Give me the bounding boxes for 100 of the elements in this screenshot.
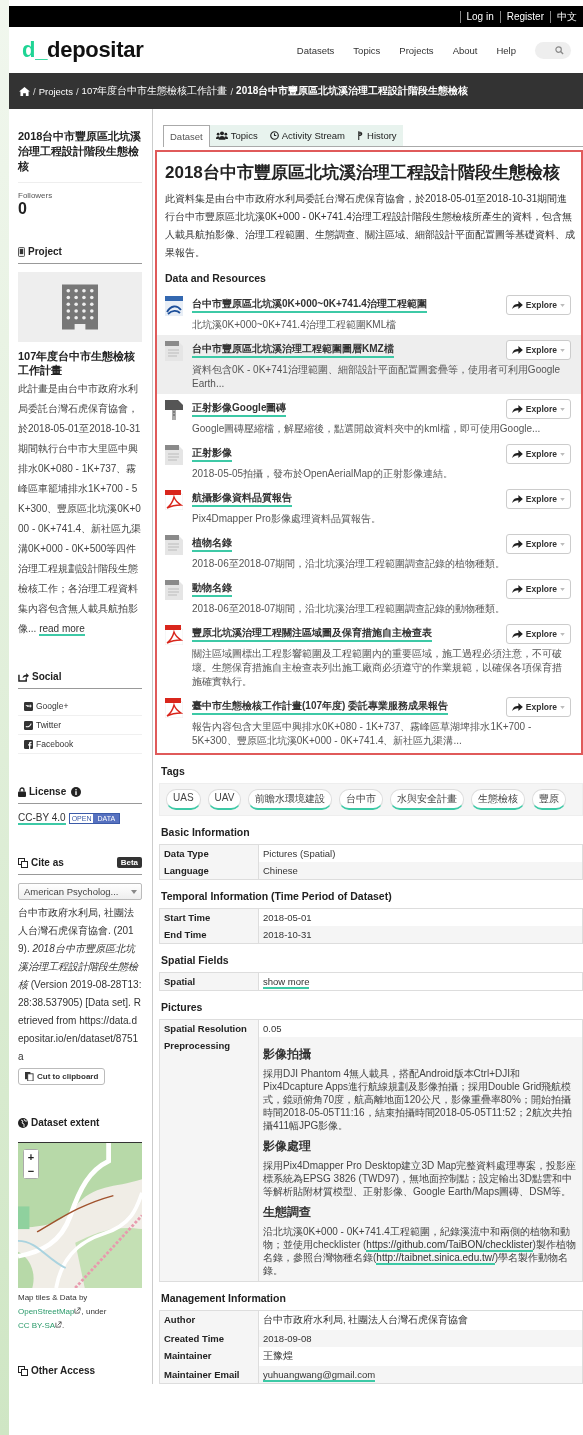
nav-link[interactable]: Datasets [296, 44, 335, 56]
resource-link[interactable]: 台中市豐原區北坑溪治理工程範圍圖層KMZ檔 [192, 342, 394, 358]
explore-button[interactable]: Explore [505, 579, 571, 599]
tab[interactable]: Activity Stream [263, 125, 352, 146]
url-link[interactable]: https://github.com/TaiBON/checklister [366, 1239, 533, 1252]
explore-button[interactable]: Explore [505, 399, 571, 419]
caret-icon [560, 303, 565, 307]
share-arrow-icon [511, 450, 523, 458]
breadcrumb-separator: / [230, 85, 234, 97]
section-heading: Dataset extent [31, 1117, 100, 1128]
globe-icon [18, 1117, 28, 1128]
tag[interactable]: UAS [166, 789, 201, 810]
resource-item[interactable]: 台中市豐原區北坑溪治理工程範圍圖層KMZ檔 Explore 資料包含0K - 0K+741治理範圍、細部設計平面配置圖套疊等，使用者可利用Google Earth... [157, 335, 581, 394]
resource-item[interactable]: 臺中市生態檢核工作計畫(107年度) 委託專業服務成果報告 Explore 報告內容包含大里區中興排水0K+080 - 1K+737、霧峰區草湖埤排水1K+700 - 5K+300、豐原區北坑溪0K+000 - 0K+741.4、新社區九渠溝... [165, 692, 575, 751]
top-link[interactable]: 中文 [550, 10, 583, 23]
resource-item[interactable]: 正射影像 Explore 2018-05-05拍攝，發布於OpenAerialMap的正射影像連結。 [165, 439, 575, 484]
table-link[interactable]: show more [263, 976, 310, 989]
tag[interactable]: 豐原 [532, 789, 567, 810]
resource-item[interactable]: 正射影像Google圖磚 Explore Google圖磚壓縮檔，解壓縮後，點選開啟資料夾中的kml檔，即可使用Google... [165, 394, 575, 439]
caret-icon [560, 452, 565, 456]
breadcrumb-link[interactable]: 107年度台中市生態檢核工作計畫 [81, 84, 228, 98]
share-arrow-icon [511, 585, 523, 593]
nav-link[interactable]: Projects [399, 44, 434, 56]
tag[interactable]: UAV [207, 789, 242, 810]
table-label: Preprocessing [159, 1037, 259, 1282]
explore-button[interactable]: Explore [505, 534, 571, 554]
project-description: 此計畫是由台中市政府水利局委託台灣石虎保育協會，於2018-05-01至2018-10-31期間執行台中市大里區中興排水0K+080 - 1K+737、霧峰區車籠埔排水1K+700 - 5K+300、豐原區北坑溪0K+000 - 0K+741.4、新社區九渠溝0K+000 - 0K+500等四件治理工程規劃設計階段生態檢核工作；各治理工程資料集內容包含無人載具航拍影像... read more [18, 382, 142, 638]
citation-style-select[interactable]: American Psycholog... [18, 883, 142, 900]
home-icon[interactable] [19, 86, 30, 96]
pdf-file-icon [165, 490, 183, 510]
resource-link[interactable]: 正射影像 [192, 446, 232, 462]
resource-item[interactable]: 植物名錄 Explore 2018-06至2018-07期間，沿北坑溪治理工程範圍調查記錄的植物種類。 [165, 529, 575, 574]
attribution-link[interactable]: OpenStreetMap [18, 1307, 82, 1316]
resource-link[interactable]: 動物名錄 [192, 581, 232, 597]
explore-button[interactable]: Explore [505, 697, 571, 717]
section-heading: License [29, 786, 67, 797]
resource-link[interactable]: 植物名錄 [192, 536, 232, 552]
tab[interactable]: Topics [209, 125, 264, 146]
table-cell: 2018-09-08 [258, 1330, 583, 1347]
resource-link[interactable]: 正射影像Google圖磚 [192, 401, 287, 417]
breadcrumb-link[interactable]: 2018台中市豐原區北坑溪治理工程設計階段生態檢核 [236, 84, 469, 98]
project-image[interactable] [18, 272, 142, 342]
resource-description: 北坑溪0K+000~0K+741.4治理工程範圍KML檔 [192, 318, 398, 332]
block-text: 採用DJI Phantom 4無人載具，搭配Android版本Ctrl+DJI和Pix4Dcapture Apps進行航線規劃及影像拍攝；採用Double Grid飛航模式，鏡頭俯角70度，航高離地面120公尺，影像重疊率80%；開始拍攝時間2018-05-05T11:16，結束拍攝時間2018-05-05T11:52；2航次共拍攝411幅JPG影像。 [263, 1067, 573, 1132]
nav-link[interactable]: Topics [353, 44, 381, 56]
tag[interactable]: 生態檢核 [471, 789, 526, 810]
project-title[interactable]: 107年度台中市生態檢核工作計畫 [18, 349, 142, 377]
tab[interactable]: History [351, 125, 403, 146]
tag[interactable]: 前瞻水環境建設 [248, 789, 333, 810]
section-heading: Pictures [161, 1001, 204, 1013]
resource-item[interactable]: 豐原北坑溪治理工程關注區域圖及保育措施自主檢查表 Explore 關注區域圖標出工程影響範圍及工程範圍內的重要區域，施工過程必須注意，不可破壞。生態保育措施自主檢查表列出施工廠商必須遵守的作業規範，以確保各項保育措施確實執行。 [165, 619, 575, 692]
nav-link[interactable]: Help [496, 44, 516, 56]
top-link[interactable]: Log in [459, 10, 500, 23]
explore-button[interactable]: Explore [505, 295, 571, 315]
explore-button[interactable]: Explore [505, 444, 571, 464]
resource-item[interactable]: 動物名錄 Explore 2018-06至2018-07期間，沿北坑溪治理工程範圍調查記錄的動物種類。 [165, 574, 575, 619]
caret-icon [560, 542, 565, 546]
resource-description: Pix4Dmapper Pro影像處理資料品質報告。 [192, 512, 382, 526]
top-link[interactable]: Register [499, 10, 550, 23]
read-more-link[interactable]: read more [39, 623, 85, 636]
explore-button[interactable]: Explore [505, 489, 571, 509]
zip-file-icon [165, 400, 183, 420]
resource-item[interactable]: 航攝影像資料品質報告 Explore Pix4Dmapper Pro影像處理資料品質報告。 [165, 484, 575, 529]
share-icon [18, 671, 29, 682]
pdf-file-icon [165, 625, 183, 645]
info-icon[interactable] [71, 786, 82, 797]
license-link[interactable]: CC-BY 4.0 [18, 812, 66, 825]
url-link[interactable]: http://taibnet.sinica.edu.tw/ [376, 1252, 495, 1265]
search-field[interactable] [535, 41, 571, 59]
resource-link[interactable]: 航攝影像資料品質報告 [192, 491, 292, 507]
facebook-icon [24, 739, 33, 749]
resource-link[interactable]: 台中市豐原區北坑溪0K+000~0K+741.4治理工程範圍 [192, 297, 427, 313]
breadcrumb-separator: / [75, 85, 79, 97]
share-arrow-icon [511, 301, 523, 309]
breadcrumb-link[interactable]: Projects [38, 85, 73, 97]
caret-icon [560, 705, 565, 709]
social-link[interactable]: Twitter [18, 716, 142, 735]
explore-button[interactable]: Explore [505, 340, 571, 360]
tag[interactable]: 台中市 [339, 789, 384, 810]
table-label: End Time [159, 926, 259, 944]
resource-description: 關注區域圖標出工程影響範圍及工程範圍內的重要區域，施工過程必須注意，不可破壞。生態保育措施自主檢查表列出施工廠商必須遵守的作業規範，以確保各項保育措施確實執行。 [192, 647, 563, 689]
resource-link[interactable]: 豐原北坑溪治理工程關注區域圖及保育措施自主檢查表 [192, 626, 432, 642]
social-link[interactable]: Facebook [18, 735, 142, 754]
caret-icon [560, 587, 565, 591]
section-heading: Basic Information [161, 826, 251, 838]
table-label: Spatial Resolution [159, 1019, 259, 1037]
copy-button[interactable]: Cut to clipboard [18, 1068, 106, 1085]
tab[interactable]: Dataset [163, 125, 210, 147]
tag[interactable]: 水與安全計畫 [390, 789, 465, 810]
resource-link[interactable]: 臺中市生態檢核工作計畫(107年度) 委託專業服務成果報告 [192, 699, 449, 715]
explore-button[interactable]: Explore [505, 624, 571, 644]
building-icon [62, 284, 98, 330]
citation-text: 台中市政府水利局, 社團法人台灣石虎保育協會. (2019). 2018台中市豐原區北坑溪治理工程設計階段生態檢核 (Version 2019-08-28T13:28:38.537905) [Data set]. Retrieved from https://data.depositar.io/en/dataset/8751a [18, 906, 142, 1064]
followers-count: 0 [18, 200, 28, 218]
nav-link[interactable]: About [452, 44, 478, 56]
resource-item[interactable]: 台中市豐原區北坑溪0K+000~0K+741.4治理工程範圍 Explore 北坑溪0K+000~0K+741.4治理工程範圍KML檔 [165, 290, 575, 335]
section-heading: Project [28, 246, 62, 257]
external-link-icon [74, 1307, 82, 1314]
logo[interactable]: d_depositar [22, 37, 144, 63]
social-link[interactable]: Google+ [18, 697, 142, 716]
